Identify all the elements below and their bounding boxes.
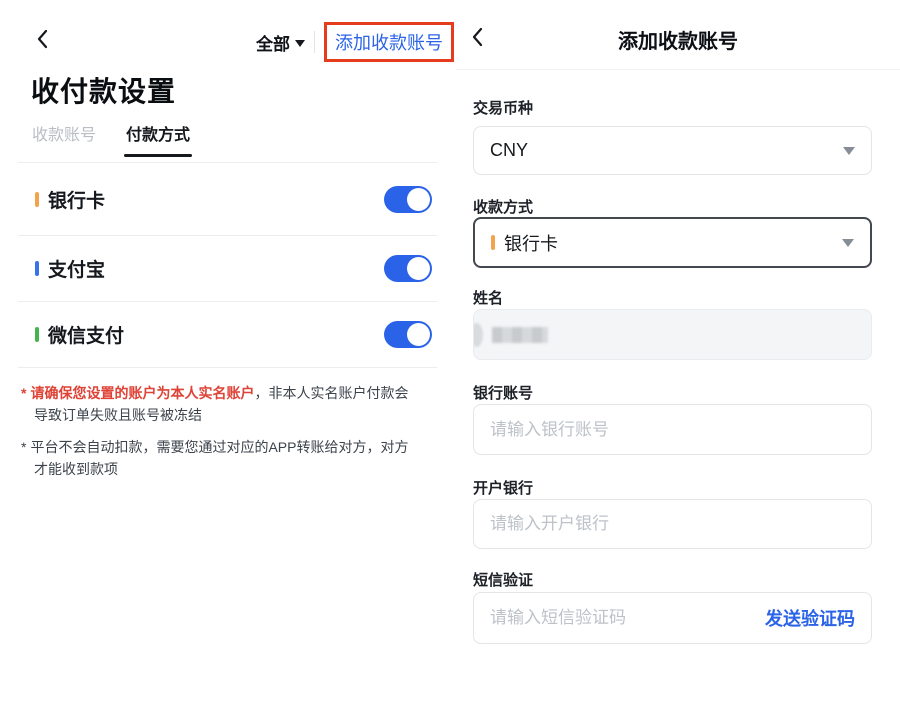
tab-payee-account[interactable]: 收款账号 [32,121,96,159]
method-select[interactable]: 银行卡 [473,217,872,268]
chevron-down-icon [295,40,305,47]
page-title: 收付款设置 [31,70,176,110]
currency-value: CNY [490,140,528,161]
masked-name-value [492,327,548,343]
header-divider [314,31,315,53]
wechat-pay-icon [35,327,39,342]
payment-method-row-alipay: 支付宝 [18,236,437,302]
asterisk: * [21,385,26,401]
bank-card-toggle[interactable] [384,186,432,213]
asterisk: * [21,439,26,455]
back-button[interactable] [33,28,53,50]
currency-label: 交易币种 [473,97,872,118]
account-number-field [473,404,872,455]
footnotes: *请确保您设置的账户为本人实名账户，非本人实名账户付款会导致订单失败且账号被冻结… [21,382,417,490]
sms-verification-field: 发送验证码 [473,592,872,644]
sms-verification-label: 短信验证 [473,569,872,590]
footnote-emphasis: 请确保您设置的账户为本人实名账户 [30,385,254,401]
account-number-label: 银行账号 [473,382,872,403]
screen-title: 添加收款账号 [456,25,900,54]
tab-payment-method[interactable]: 付款方式 [126,121,190,159]
chevron-down-icon [843,147,855,155]
filter-dropdown[interactable]: 全部 [256,30,305,55]
filter-dropdown-label: 全部 [256,30,290,55]
opening-bank-input[interactable] [490,514,855,534]
payment-method-row-wechat-pay: 微信支付 [18,302,437,368]
alipay-icon [35,261,39,276]
header-divider [456,69,900,70]
payment-method-row-bank-card: 银行卡 [18,163,437,236]
method-label: 微信支付 [48,321,124,348]
footnote-real-name-warning: *请确保您设置的账户为本人实名账户，非本人实名账户付款会导致订单失败且账号被冻结 [21,382,417,426]
tab-bar: 收款账号 付款方式 [32,121,190,159]
bank-card-icon [35,192,39,207]
bank-card-icon [491,235,495,250]
add-payee-account-button[interactable]: 添加收款账号 [324,22,454,62]
masked-name-artifact [473,323,483,347]
header-actions: 全部 添加收款账号 [256,22,454,62]
footnote-text: 平台不会自动扣款，需要您通过对应的APP转账给对方，对方才能收到款项 [30,439,408,477]
footnote-no-auto-debit: *平台不会自动扣款，需要您通过对应的APP转账给对方，对方才能收到款项 [21,436,417,480]
account-number-input[interactable] [490,420,855,440]
method-label: 收款方式 [473,196,872,217]
chevron-left-icon [33,28,53,50]
wechat-pay-toggle[interactable] [384,321,432,348]
method-info: 银行卡 [35,186,105,213]
method-value: 银行卡 [504,230,558,256]
currency-select[interactable]: CNY [473,126,872,175]
payment-settings-screen: 全部 添加收款账号 收付款设置 收款账号 付款方式 银行卡 支付宝 微信支付 *… [0,0,456,702]
method-info: 微信支付 [35,321,124,348]
chevron-down-icon [842,239,854,247]
opening-bank-field [473,499,872,549]
send-code-button[interactable]: 发送验证码 [765,605,855,631]
name-field [473,309,872,360]
name-label: 姓名 [473,287,872,308]
sms-code-input[interactable] [490,608,765,628]
alipay-toggle[interactable] [384,255,432,282]
method-label: 支付宝 [48,255,105,282]
add-payee-account-screen: 添加收款账号 交易币种 CNY 收款方式 银行卡 姓名 银行账号 开户银行 短信… [456,0,900,702]
method-info: 支付宝 [35,255,105,282]
opening-bank-label: 开户银行 [473,477,872,498]
method-label: 银行卡 [48,186,105,213]
